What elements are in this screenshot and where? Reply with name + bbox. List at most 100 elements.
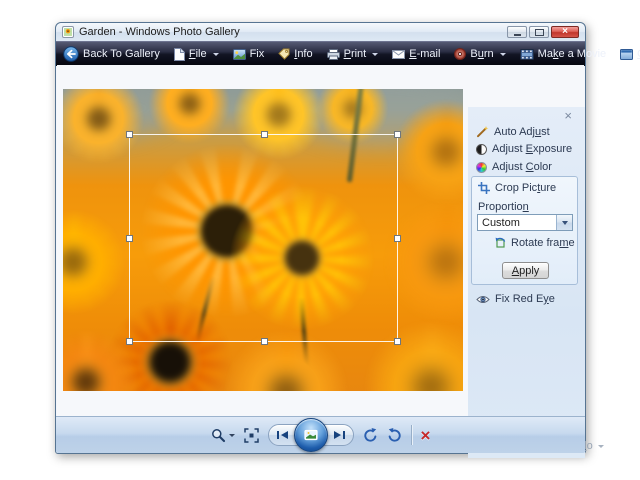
proportion-label-row: Proportion bbox=[478, 201, 529, 213]
adjust-color-label: Adjust Color bbox=[492, 161, 552, 173]
filmstrip-icon bbox=[520, 49, 534, 60]
rotate-frame-label: Rotate frame bbox=[511, 237, 575, 249]
flower-blurred bbox=[63, 207, 128, 317]
info-tag-icon bbox=[278, 48, 290, 60]
rotate-counterclockwise-icon bbox=[363, 428, 378, 443]
window-title: Garden - Windows Photo Gallery bbox=[79, 26, 240, 38]
burn-disc-icon bbox=[454, 48, 466, 60]
crop-handle-middle-left[interactable] bbox=[126, 235, 133, 242]
magnifier-icon bbox=[211, 428, 226, 443]
close-button[interactable]: × bbox=[551, 26, 579, 38]
file-menu-button[interactable]: File bbox=[167, 42, 226, 66]
screen: Garden - Windows Photo Gallery × Back To… bbox=[0, 0, 640, 480]
pane-close-icon: × bbox=[564, 108, 572, 123]
adjust-color-button[interactable]: Adjust Color bbox=[476, 161, 552, 173]
rotate-clockwise-icon bbox=[387, 428, 402, 443]
burn-menu-caret-icon bbox=[500, 53, 506, 56]
chevron-down-icon bbox=[562, 221, 568, 225]
fix-red-eye-button[interactable]: Fix Red Eye bbox=[476, 293, 555, 305]
proportion-label: Proportion bbox=[478, 201, 529, 213]
adjust-exposure-button[interactable]: Adjust Exposure bbox=[476, 143, 572, 155]
fix-photo-icon bbox=[233, 49, 246, 60]
photo-gallery-window: Garden - Windows Photo Gallery × Back To… bbox=[55, 22, 586, 454]
slideshow-button[interactable] bbox=[294, 418, 328, 452]
envelope-icon bbox=[392, 50, 405, 59]
previous-button[interactable] bbox=[276, 430, 290, 440]
crop-handle-top-left[interactable] bbox=[126, 131, 133, 138]
slideshow-icon bbox=[304, 429, 318, 441]
toolbar: Back To Gallery File Fix bbox=[56, 41, 585, 66]
info-label: Info bbox=[294, 48, 312, 60]
redo-caret-icon bbox=[598, 445, 604, 448]
rotate-frame-button[interactable]: Rotate frame bbox=[494, 237, 575, 249]
crop-picture-button[interactable]: Crop Picture bbox=[478, 182, 556, 194]
actual-size-button[interactable] bbox=[244, 428, 259, 443]
make-a-movie-button[interactable]: Make a Movie bbox=[513, 42, 613, 66]
open-window-icon bbox=[620, 49, 633, 60]
maximize-button[interactable] bbox=[529, 26, 549, 38]
fix-pane: × Auto Adjust Adjust Exposure Adjust Col… bbox=[468, 107, 585, 458]
crop-handle-top-middle[interactable] bbox=[261, 131, 268, 138]
open-menu-button[interactable]: Open bbox=[613, 42, 640, 66]
burn-menu-label: Burn bbox=[470, 48, 493, 60]
minimize-button[interactable] bbox=[507, 26, 527, 38]
fit-to-window-icon bbox=[244, 428, 259, 443]
info-button[interactable]: Info bbox=[271, 42, 319, 66]
crop-picture-label: Crop Picture bbox=[495, 182, 556, 194]
adjust-exposure-label: Adjust Exposure bbox=[492, 143, 572, 155]
file-menu-label: File bbox=[189, 48, 207, 60]
zoom-button[interactable] bbox=[211, 428, 235, 443]
apply-label: Apply bbox=[512, 265, 540, 277]
exposure-icon bbox=[476, 144, 487, 155]
navigation-pill bbox=[268, 424, 354, 446]
crop-frame[interactable] bbox=[129, 134, 398, 342]
app-icon bbox=[62, 26, 74, 38]
print-menu-caret-icon bbox=[372, 53, 378, 56]
make-a-movie-label: Make a Movie bbox=[538, 48, 606, 60]
zoom-caret-icon bbox=[229, 434, 235, 437]
fix-red-eye-label: Fix Red Eye bbox=[495, 293, 555, 305]
back-to-gallery-button[interactable]: Back To Gallery bbox=[56, 42, 167, 66]
file-icon bbox=[174, 48, 185, 61]
rotate-frame-icon bbox=[494, 237, 506, 249]
back-arrow-icon bbox=[63, 46, 79, 62]
control-divider bbox=[411, 425, 412, 445]
close-icon: × bbox=[562, 27, 568, 37]
apply-button[interactable]: Apply bbox=[502, 262, 549, 279]
crop-handle-bottom-right[interactable] bbox=[394, 338, 401, 345]
pane-close-button[interactable]: × bbox=[564, 109, 572, 122]
content-area: × Auto Adjust Adjust Exposure Adjust Col… bbox=[57, 65, 584, 416]
printer-icon bbox=[327, 49, 340, 60]
proportion-select[interactable]: Custom bbox=[477, 214, 573, 231]
fix-button[interactable]: Fix bbox=[226, 42, 272, 66]
next-button[interactable] bbox=[332, 430, 346, 440]
file-menu-caret-icon bbox=[213, 53, 219, 56]
eye-icon bbox=[476, 295, 490, 304]
bottom-control-bar: × bbox=[56, 416, 585, 453]
minimize-icon bbox=[514, 34, 521, 36]
crop-handle-bottom-left[interactable] bbox=[126, 338, 133, 345]
titlebar[interactable]: Garden - Windows Photo Gallery × bbox=[56, 23, 585, 41]
crop-handle-bottom-middle[interactable] bbox=[261, 338, 268, 345]
email-button[interactable]: E-mail bbox=[385, 42, 447, 66]
crop-handle-top-right[interactable] bbox=[394, 131, 401, 138]
print-menu-button[interactable]: Print bbox=[320, 42, 386, 66]
rotate-clockwise-button[interactable] bbox=[387, 428, 402, 443]
delete-button[interactable]: × bbox=[421, 427, 431, 444]
delete-icon: × bbox=[421, 427, 431, 444]
photo-garden bbox=[63, 89, 463, 391]
proportion-selected-value: Custom bbox=[478, 217, 556, 229]
rotate-counterclockwise-button[interactable] bbox=[363, 428, 378, 443]
crop-handle-middle-right[interactable] bbox=[394, 235, 401, 242]
maximize-icon bbox=[535, 29, 544, 36]
fix-label: Fix bbox=[250, 48, 265, 60]
print-menu-label: Print bbox=[344, 48, 367, 60]
magic-wand-icon bbox=[476, 125, 489, 138]
color-wheel-icon bbox=[476, 162, 487, 173]
auto-adjust-button[interactable]: Auto Adjust bbox=[476, 125, 550, 138]
crop-icon bbox=[478, 182, 490, 194]
proportion-select-button[interactable] bbox=[556, 215, 572, 230]
burn-menu-button[interactable]: Burn bbox=[447, 42, 512, 66]
email-label: E-mail bbox=[409, 48, 440, 60]
auto-adjust-label: Auto Adjust bbox=[494, 126, 550, 138]
